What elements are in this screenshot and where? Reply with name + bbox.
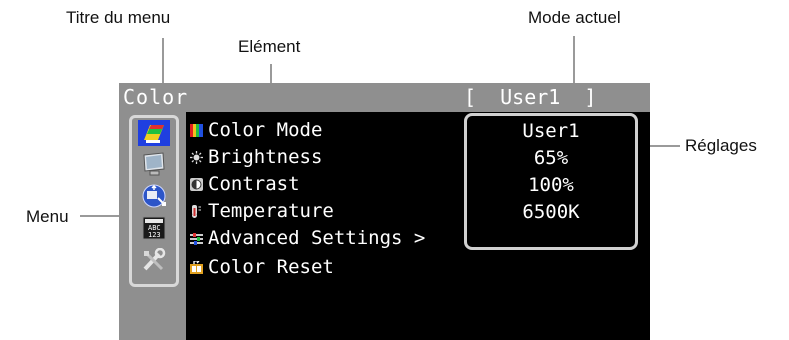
annotation-current-mode: Mode actuel: [528, 8, 621, 27]
brightness-icon: [190, 145, 203, 164]
menu-icon-group: ABC 123: [129, 115, 179, 287]
leader-current-mode: [573, 36, 575, 88]
temperature-value[interactable]: 6500K: [467, 199, 635, 225]
color-icon[interactable]: [138, 120, 170, 146]
temperature-icon: [190, 199, 203, 218]
color-mode-icon: [190, 118, 203, 137]
menu-item-temperature[interactable]: Temperature: [190, 198, 334, 224]
menu-title-bar: Color [ User1 ]: [119, 83, 650, 112]
menu-item-label: Temperature: [208, 200, 334, 222]
annotation-settings: Réglages: [685, 136, 757, 155]
menu-item-label: Brightness: [208, 146, 323, 168]
color-reset-icon: [190, 255, 203, 274]
advanced-settings-icon: [190, 226, 203, 245]
menu-item-label: Color Reset: [208, 256, 334, 278]
annotation-element: Elément: [238, 37, 301, 56]
menu-item-color-reset[interactable]: Color Reset: [190, 254, 334, 280]
menu-item-label: Color Mode: [208, 119, 323, 141]
menu-item-contrast[interactable]: Contrast: [190, 171, 300, 197]
osd-panel: Color [ User1 ] ABC 123 Color Mode Brigh…: [119, 83, 650, 340]
leader-menu: [80, 215, 124, 217]
brightness-value[interactable]: 65%: [467, 145, 635, 171]
settings-values-box: User1 65% 100% 6500K: [464, 113, 638, 250]
svg-text:123: 123: [148, 231, 161, 239]
menu-item-label: Contrast: [208, 173, 300, 195]
annotation-menu: Menu: [26, 207, 69, 226]
menu-item-color-mode[interactable]: Color Mode: [190, 117, 322, 143]
annotation-menu-title: Titre du menu: [66, 8, 171, 27]
menu-title: Color: [123, 85, 189, 109]
contrast-value[interactable]: 100%: [467, 172, 635, 198]
abc-123-icon[interactable]: ABC 123: [141, 216, 167, 240]
menu-item-advanced-settings[interactable]: Advanced Settings >: [190, 225, 425, 251]
display-arrows-icon[interactable]: [141, 184, 167, 208]
color-mode-value[interactable]: User1: [467, 118, 635, 144]
menu-content: Color Mode Brightness Contrast Temperatu…: [186, 112, 650, 340]
menu-item-label: Advanced Settings >: [208, 227, 426, 249]
contrast-icon: [190, 172, 203, 191]
menu-sidebar: ABC 123: [119, 112, 186, 340]
menu-item-brightness[interactable]: Brightness: [190, 144, 322, 170]
current-mode-display: [ User1 ]: [464, 85, 597, 109]
leader-menu-title: [162, 38, 164, 88]
tools-icon[interactable]: [141, 247, 167, 272]
screen-icon[interactable]: [141, 152, 167, 176]
